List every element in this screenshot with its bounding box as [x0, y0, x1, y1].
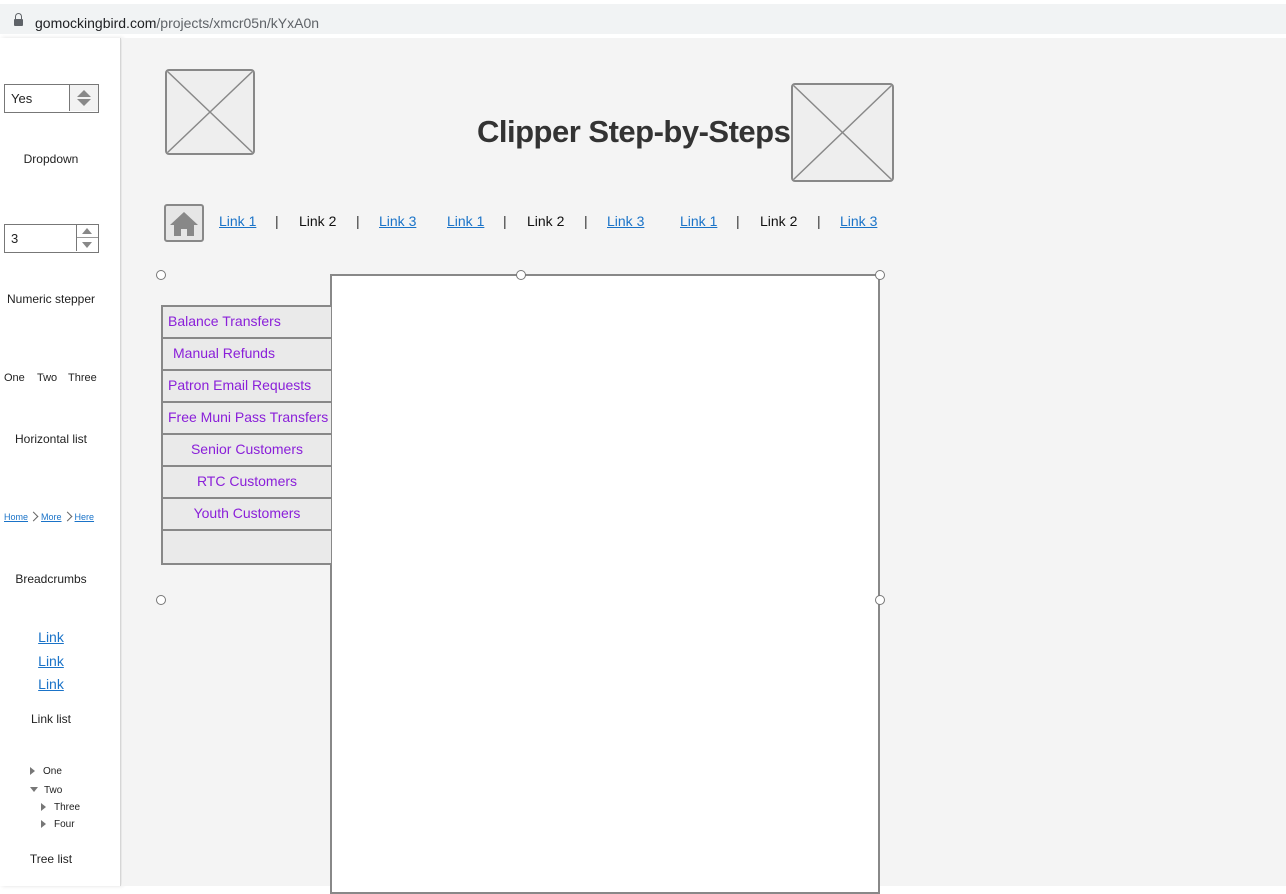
resize-handle[interactable]: [156, 595, 166, 605]
tree-node[interactable]: Three: [41, 802, 80, 813]
nav-separator: |: [584, 213, 588, 229]
nav-link-1[interactable]: Link 1: [447, 213, 484, 229]
menu-item-patron-email-requests[interactable]: Patron Email Requests: [163, 371, 331, 403]
resize-handle[interactable]: [156, 270, 166, 280]
link-list-item[interactable]: Link: [0, 673, 102, 697]
vertical-menu[interactable]: Balance Transfers Manual Refunds Patron …: [161, 305, 331, 565]
resize-handle[interactable]: [875, 270, 885, 280]
nav-separator: |: [275, 213, 279, 229]
nav-link-1[interactable]: Link 1: [219, 213, 256, 229]
url-text[interactable]: gomockingbird.com/projects/xmcr05n/kYxA0…: [35, 15, 319, 31]
arrow-down-icon: [82, 242, 92, 248]
menu-item-senior-customers[interactable]: Senior Customers: [163, 435, 331, 467]
nav-link-1[interactable]: Link 1: [680, 213, 717, 229]
chevron-right-icon: [28, 511, 39, 522]
nav-separator: |: [817, 213, 821, 229]
image-placeholder-icon[interactable]: [165, 69, 255, 155]
caret-right-icon: [41, 820, 46, 828]
url-path: /projects/xmcr05n/kYxA0n: [156, 15, 320, 31]
nav-separator: |: [736, 213, 740, 229]
menu-item-empty[interactable]: [163, 531, 331, 563]
caret-down-icon: [30, 787, 38, 792]
tree-node-label: Four: [54, 819, 75, 830]
nav-separator: |: [503, 213, 507, 229]
chevron-right-icon: [62, 511, 72, 522]
menu-item-rtc-customers[interactable]: RTC Customers: [163, 467, 331, 499]
nav-link-3[interactable]: Link 3: [379, 213, 416, 229]
url-field[interactable]: gomockingbird.com/projects/xmcr05n/kYxA0…: [0, 4, 1286, 34]
menu-item-youth-customers[interactable]: Youth Customers: [163, 499, 331, 531]
hlist-item[interactable]: Two: [37, 372, 57, 384]
content-panel[interactable]: [330, 274, 880, 894]
stepper-caption: Numeric stepper: [6, 292, 96, 306]
link-list-item[interactable]: Link: [0, 626, 102, 650]
caret-right-icon: [30, 767, 35, 775]
url-domain: gomockingbird.com: [35, 15, 157, 31]
tree-node-label: One: [43, 766, 62, 777]
resize-handle[interactable]: [875, 595, 885, 605]
hlist-item[interactable]: One: [4, 372, 25, 384]
horizontal-list-caption: Horizontal list: [14, 432, 88, 446]
page-title[interactable]: Clipper Step-by-Steps: [477, 114, 791, 150]
nav-separator: |: [356, 213, 360, 229]
menu-item-balance-transfers[interactable]: Balance Transfers: [163, 307, 331, 339]
nav-link-2-current[interactable]: Link 2: [299, 213, 336, 229]
tree-node[interactable]: One: [30, 766, 62, 777]
breadcrumbs-caption: Breadcrumbs: [15, 572, 87, 586]
stepper-arrows[interactable]: [76, 225, 98, 251]
mockup-canvas[interactable]: Clipper Step-by-Steps Link 1 | Link 2 | …: [122, 38, 1286, 894]
numeric-stepper-component[interactable]: 3: [4, 224, 99, 253]
stepper-value: 3: [11, 231, 19, 246]
tree-node[interactable]: Four: [41, 819, 75, 830]
hlist-item[interactable]: Three: [68, 372, 97, 384]
lock-icon: [14, 13, 23, 28]
nav-link-3[interactable]: Link 3: [607, 213, 644, 229]
link-list-item[interactable]: Link: [0, 650, 102, 674]
arrow-up-icon: [82, 228, 92, 234]
dropdown-value: Yes: [11, 91, 33, 106]
arrow-up-icon: [77, 90, 91, 97]
address-bar: gomockingbird.com/projects/xmcr05n/kYxA0…: [0, 0, 1286, 38]
tree-node-label: Two: [44, 785, 63, 796]
dropdown-component[interactable]: Yes: [4, 84, 99, 113]
component-palette: Yes Dropdown 3 Numeric stepper One Two T…: [0, 38, 121, 886]
breadcrumb-home[interactable]: Home: [4, 512, 28, 522]
nav-bar: Link 1 | Link 2 | Link 3 Link 1 | Link 2…: [122, 213, 1286, 233]
nav-link-3[interactable]: Link 3: [840, 213, 877, 229]
dropdown-arrows[interactable]: [69, 85, 98, 111]
nav-link-2-current[interactable]: Link 2: [760, 213, 797, 229]
caret-right-icon: [41, 803, 46, 811]
tree-node-label: Three: [54, 802, 81, 813]
breadcrumb-here[interactable]: Here: [75, 512, 95, 522]
arrow-down-icon: [77, 99, 91, 106]
menu-item-manual-refunds[interactable]: Manual Refunds: [163, 339, 331, 371]
menu-item-free-muni-pass-transfers[interactable]: Free Muni Pass Transfers: [163, 403, 331, 435]
resize-handle[interactable]: [516, 270, 526, 280]
link-list-caption: Link list: [30, 712, 71, 726]
breadcrumbs-component: Home More Here: [4, 511, 95, 522]
image-placeholder-icon[interactable]: [791, 83, 894, 182]
dropdown-caption: Dropdown: [23, 152, 79, 166]
stepper-up-button[interactable]: [77, 225, 98, 238]
breadcrumb-more[interactable]: More: [41, 512, 62, 522]
tree-node[interactable]: Two: [30, 785, 62, 796]
nav-link-2-current[interactable]: Link 2: [527, 213, 564, 229]
link-list-component: Link Link Link: [0, 626, 102, 697]
tree-list-caption: Tree list: [29, 852, 73, 866]
